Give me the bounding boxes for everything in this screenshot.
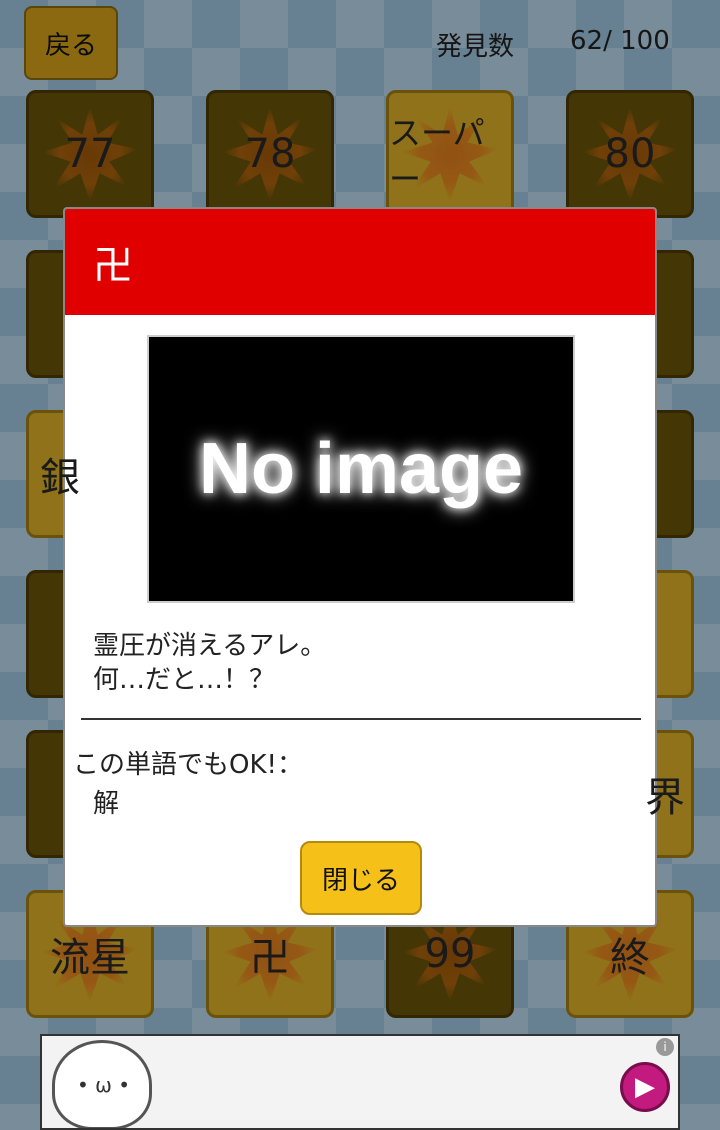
ad-banner[interactable]: • ω • i ▶ xyxy=(40,1034,680,1130)
word-image-placeholder: No image xyxy=(147,335,575,603)
cat-face: • ω • xyxy=(77,1073,131,1097)
info-icon[interactable]: i xyxy=(656,1038,674,1056)
alternate-word: 解 xyxy=(93,789,120,819)
no-image-text: No image xyxy=(198,429,524,509)
tile-label: 界 xyxy=(645,775,685,821)
cat-mascot-icon: • ω • xyxy=(52,1040,152,1128)
tile-label: 終 xyxy=(610,935,650,981)
tile-label: 卍 xyxy=(250,935,290,981)
tile-label: 流星 xyxy=(50,935,130,981)
tile-label: 78 xyxy=(244,131,296,177)
tile-label: スーパー xyxy=(389,114,485,198)
close-button[interactable]: 閉じる xyxy=(300,841,422,915)
play-icon[interactable]: ▶ xyxy=(620,1062,670,1112)
word-detail-dialog: 卍 No image 霊圧が消えるアレ。 何…だと…！？ この単語でもOK!： … xyxy=(63,207,657,927)
word-description: 霊圧が消えるアレ。 何…だと…！？ xyxy=(93,629,326,697)
dialog-title: 卍 xyxy=(93,243,133,289)
word-tile[interactable]: スーパー xyxy=(386,90,514,218)
dialog-header: 卍 xyxy=(65,209,655,315)
tile-label: 99 xyxy=(424,931,476,977)
divider xyxy=(81,718,641,720)
tile-label: 80 xyxy=(604,131,656,177)
tile-label: 銀 xyxy=(40,455,80,501)
alternate-words-label: この単語でもOK!： xyxy=(73,750,303,780)
description-line: 霊圧が消えるアレ。 xyxy=(93,631,327,661)
description-line: 何…だと…！？ xyxy=(93,665,276,695)
tile-label: 77 xyxy=(64,131,116,177)
